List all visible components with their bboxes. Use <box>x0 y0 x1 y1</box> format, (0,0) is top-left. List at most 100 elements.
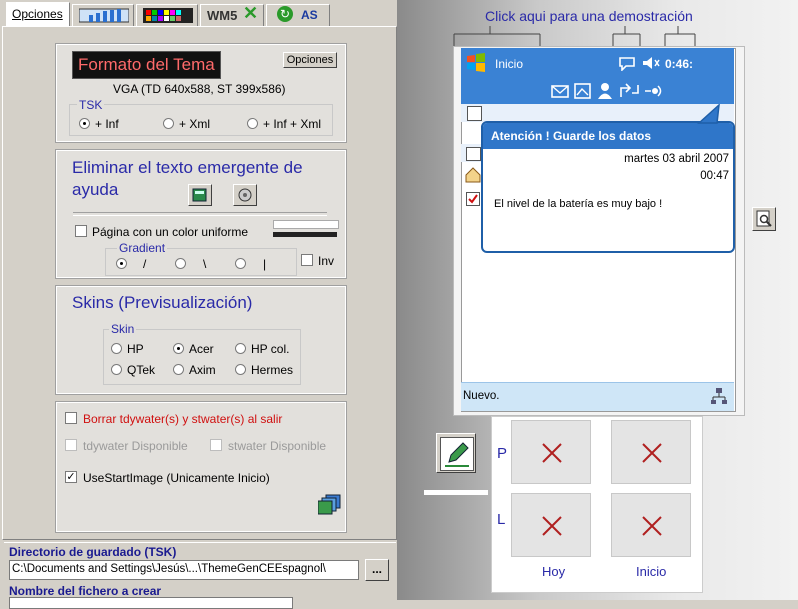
clock-text: 0:46: <box>665 57 694 71</box>
gradient-radio-diagonal[interactable] <box>116 258 127 269</box>
gradient-option-label: \ <box>203 257 207 271</box>
skin-radio-hermes[interactable] <box>235 364 246 375</box>
skin-label: Skin <box>109 322 137 336</box>
tile-p-hoy[interactable] <box>511 420 591 484</box>
skin-radio-qtek[interactable] <box>111 364 122 375</box>
resolution-text: VGA (TD 640x588, ST 399x586) <box>113 82 286 96</box>
gradient-option-label: / <box>143 257 147 271</box>
dir-input-value: C:\Documents and Settings\Jesús\...\Them… <box>12 563 326 575</box>
image-stack-icon[interactable] <box>318 494 342 516</box>
row-p-label: P <box>497 445 508 462</box>
dir-input[interactable]: C:\Documents and Settings\Jesús\...\Them… <box>9 560 359 580</box>
speaker-icon[interactable] <box>641 55 661 71</box>
wm5-cross-icon: ✕ <box>243 3 259 23</box>
contact-icon[interactable] <box>597 82 613 100</box>
windows-logo-icon[interactable] <box>465 52 487 74</box>
disc-button[interactable] <box>233 184 257 206</box>
popup-pointer <box>697 104 720 124</box>
signal-icon[interactable] <box>643 82 663 100</box>
inv-checkbox[interactable] <box>301 254 313 266</box>
palette-icon <box>143 8 193 23</box>
checkbox-icon[interactable] <box>466 192 480 206</box>
skins-title: Skins (Previsualización) <box>72 293 253 312</box>
formato-title[interactable]: Formato del Tema <box>72 51 221 79</box>
tsk-option-label: + Inf <box>95 117 119 131</box>
tab-wm5[interactable]: WM5 ✕ <box>200 3 264 26</box>
tsk-radio-xml[interactable] <box>163 118 174 129</box>
skin-radio-axim[interactable] <box>173 364 184 375</box>
today-row <box>461 104 734 122</box>
picture-icon[interactable] <box>574 82 592 100</box>
nuevo-menu[interactable]: Nuevo. <box>463 390 499 402</box>
tsk-label: TSK <box>77 98 105 112</box>
tab-as[interactable]: ↻ AS <box>266 4 330 26</box>
preview-button[interactable] <box>752 207 776 231</box>
pen-underline <box>424 490 488 495</box>
color-swatch-white[interactable] <box>273 220 339 229</box>
skin-radio-acer[interactable] <box>173 343 184 354</box>
demo-bracket-lines <box>453 26 696 48</box>
tab-opciones[interactable]: Opciones <box>6 2 70 26</box>
skins-group: Skins (Previsualización) Skin HP Acer HP… <box>55 285 347 395</box>
bars-icon <box>79 8 129 23</box>
home-icon[interactable] <box>465 167 481 183</box>
skin-option-label: Acer <box>189 342 214 356</box>
tsk-radio-inf[interactable] <box>79 118 90 129</box>
col-inicio-label: Inicio <box>636 564 667 579</box>
borrar-checkbox[interactable] <box>65 412 77 424</box>
usestartimage-label: UseStartImage (Unicamente Inicio) <box>83 471 270 485</box>
tile-l-inicio[interactable] <box>611 493 691 557</box>
tsk-option-label: + Inf + Xml <box>263 117 322 131</box>
stwater-checkbox <box>210 439 222 451</box>
tab-colors[interactable] <box>136 4 198 26</box>
notification-popup[interactable]: Atención ! Guarde los datos martes 03 ab… <box>481 121 735 253</box>
popup-title: Atención ! Guarde los datos <box>491 129 652 143</box>
cleanup-group: Borrar tdywater(s) y stwater(s) al salir… <box>55 401 347 533</box>
usestartimage-checkbox[interactable]: ✓ <box>65 471 77 483</box>
tdywater-label: tdywater Disponible <box>83 439 188 453</box>
filename-input[interactable] <box>9 597 293 609</box>
skin-radio-hp[interactable] <box>111 343 122 354</box>
formato-group: Formato del Tema Opciones VGA (TD 640x58… <box>55 43 347 143</box>
uniform-color-checkbox[interactable] <box>75 225 87 237</box>
x-icon <box>642 443 662 463</box>
formato-opciones-button[interactable]: Opciones <box>283 52 337 68</box>
magnifier-page-icon <box>756 210 772 227</box>
x-icon <box>642 516 662 536</box>
popup-message: El nivel de la batería es muy bajo ! <box>494 198 663 210</box>
connection-icon[interactable] <box>618 82 640 100</box>
edit-pen-button[interactable] <box>436 433 476 473</box>
tdywater-checkbox <box>65 439 77 451</box>
gradient-radio-vertical[interactable] <box>235 258 246 269</box>
gradient-option-label: | <box>263 257 267 271</box>
color-swatch-black[interactable] <box>273 232 337 237</box>
skin-option-label: QTek <box>127 363 156 377</box>
message-bubble-icon[interactable] <box>618 55 636 71</box>
browse-button[interactable]: ... <box>365 559 389 581</box>
skin-radio-hp-col[interactable] <box>235 343 246 354</box>
calendar-icon[interactable] <box>467 106 482 121</box>
divider <box>73 212 327 216</box>
disc-icon <box>238 188 252 202</box>
tile-p-inicio[interactable] <box>611 420 691 484</box>
network-icon[interactable] <box>710 387 728 405</box>
skin-option-label: HP col. <box>251 342 290 356</box>
popup-date: martes 03 abril 2007 <box>624 153 729 165</box>
tasks-icon[interactable] <box>466 147 481 161</box>
tab-layout[interactable] <box>72 4 134 26</box>
tsk-radio-inf-xml[interactable] <box>247 118 258 129</box>
title-text: Inicio <box>495 57 524 71</box>
mail-icon[interactable] <box>551 83 569 99</box>
pen-icon <box>445 442 469 467</box>
tile-l-hoy[interactable] <box>511 493 591 557</box>
tab-as-label: AS <box>301 8 318 22</box>
demo-link[interactable]: Click aqui para una demostración <box>485 8 693 24</box>
menu-bar <box>461 382 734 411</box>
options-panel: Opciones WM5 ✕ ↻ AS Formato del Tema Opc… <box>0 0 397 609</box>
popup-time: 00:47 <box>700 170 729 182</box>
skin-option-label: HP <box>127 342 144 356</box>
gradient-radio-backslash[interactable] <box>175 258 186 269</box>
book-button[interactable] <box>188 184 212 206</box>
dir-label: Directorio de guardado (TSK) <box>9 545 177 559</box>
x-icon <box>542 443 562 463</box>
